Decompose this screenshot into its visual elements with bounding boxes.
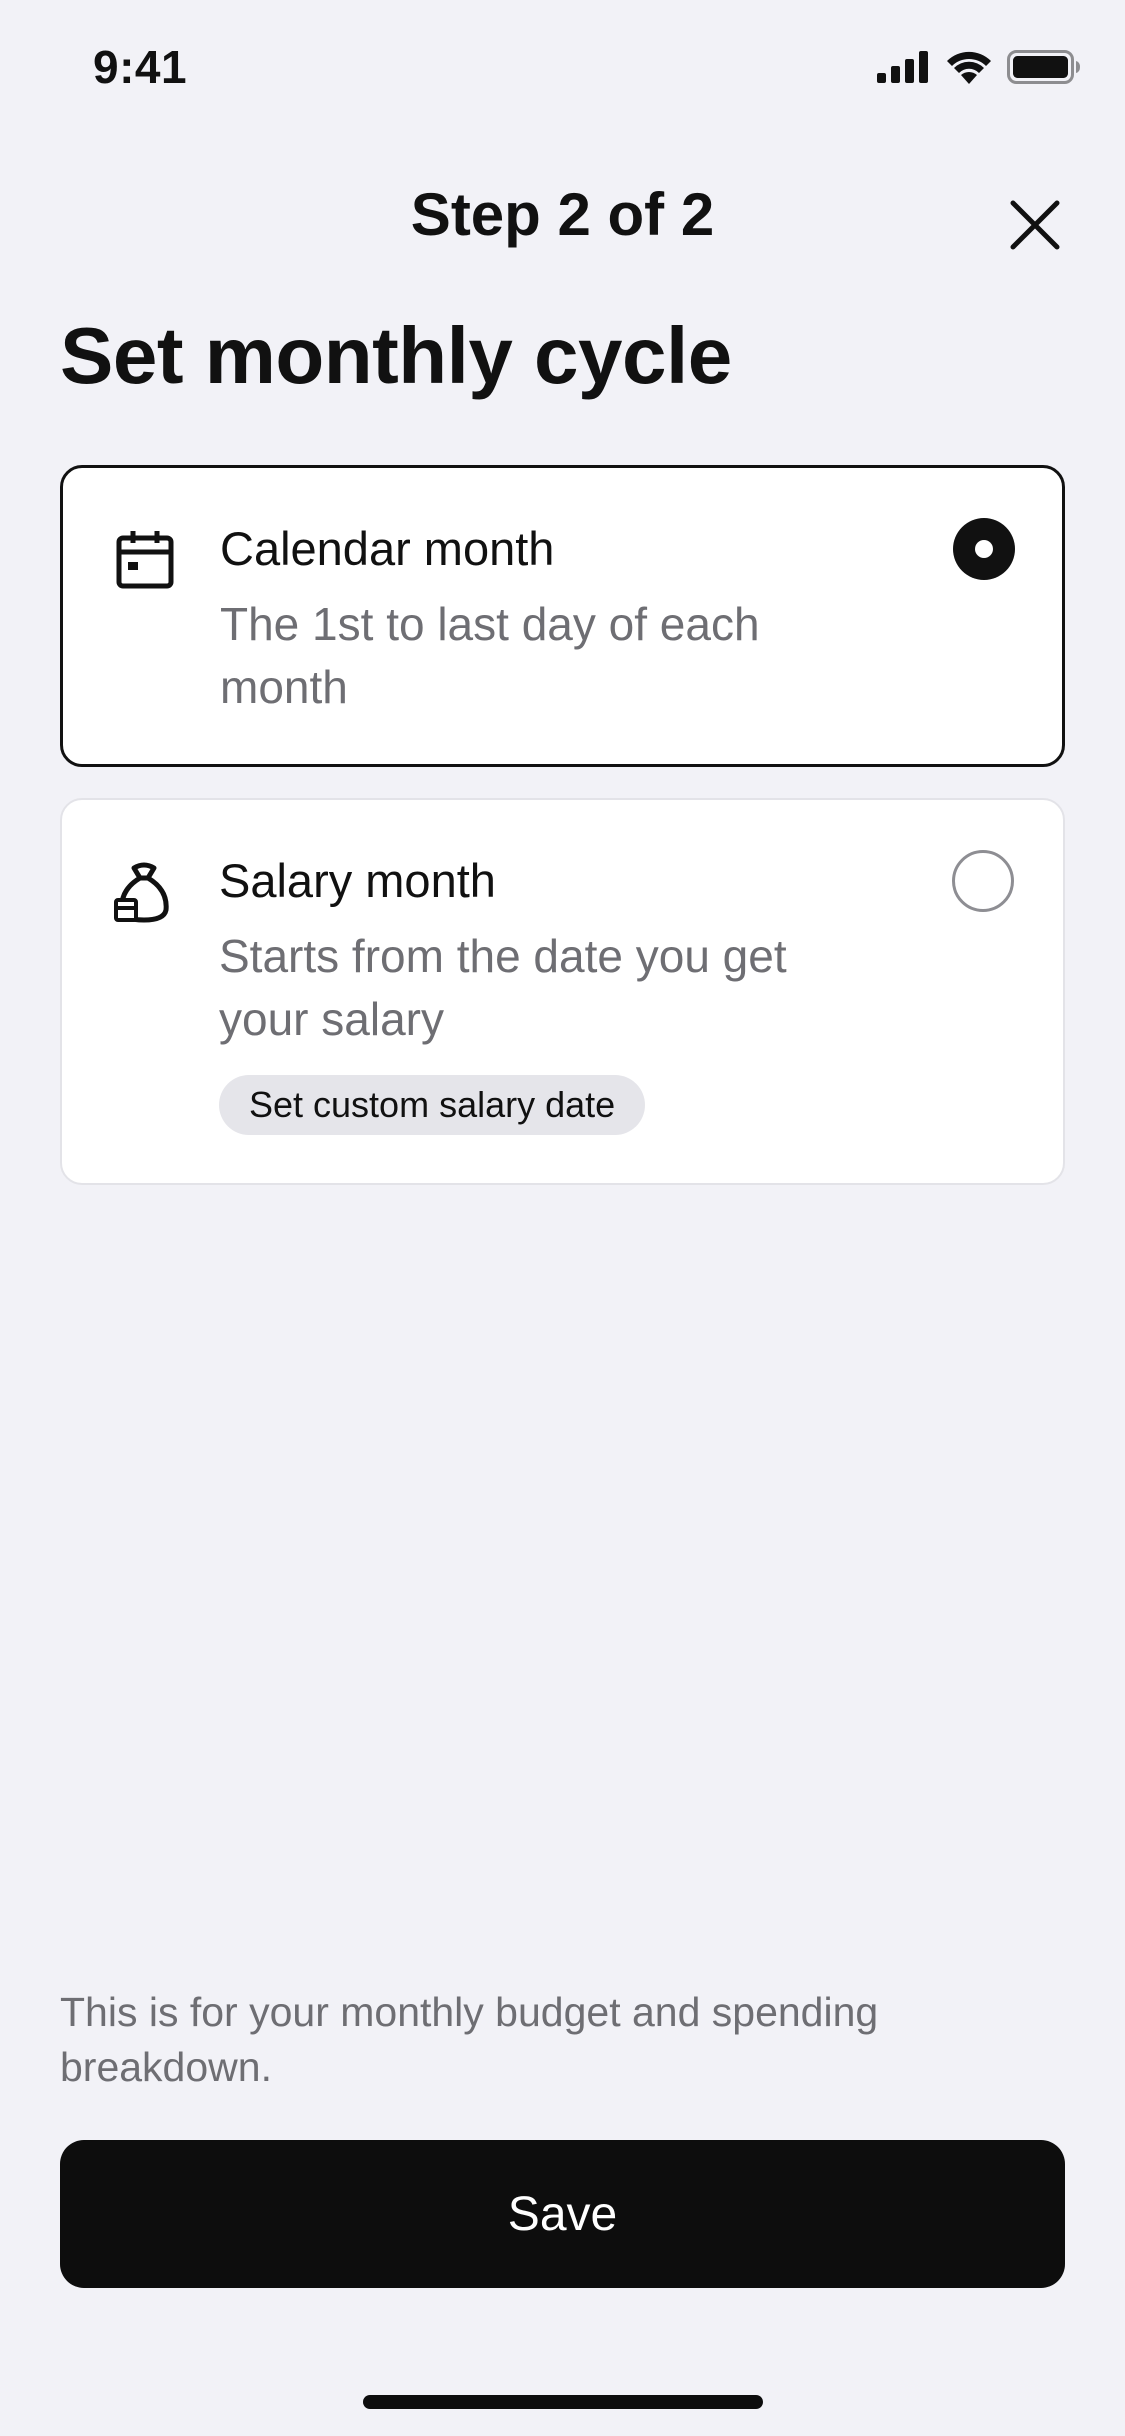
- close-button[interactable]: [1000, 190, 1070, 260]
- set-custom-salary-date-button[interactable]: Set custom salary date: [219, 1075, 646, 1135]
- money-bag-icon: [114, 862, 169, 923]
- status-time: 9:41: [93, 41, 188, 93]
- calendar-icon: [116, 531, 174, 589]
- save-button[interactable]: Save: [60, 2140, 1065, 2288]
- battery-icon: [1007, 50, 1080, 84]
- option-title: Calendar month: [220, 522, 555, 575]
- option-salary-month[interactable]: Salary month Starts from the date you ge…: [60, 798, 1065, 1185]
- home-indicator[interactable]: [363, 2395, 763, 2409]
- option-calendar-month[interactable]: Calendar month The 1st to last day of ea…: [60, 465, 1065, 767]
- radio-selected[interactable]: [953, 518, 1015, 580]
- option-description: The 1st to last day of each month: [220, 598, 760, 713]
- wifi-icon: [947, 51, 991, 84]
- status-icons: [877, 50, 1081, 84]
- footer-note: This is for your monthly budget and spen…: [60, 1989, 879, 2090]
- option-title: Salary month: [219, 854, 496, 907]
- status-bar: 9:41: [0, 0, 1125, 135]
- close-icon: [1010, 200, 1060, 250]
- cellular-signal-icon: [877, 51, 928, 83]
- radio-unselected[interactable]: [952, 850, 1014, 912]
- step-indicator: Step 2 of 2: [410, 181, 715, 248]
- page-title: Set monthly cycle: [60, 311, 732, 400]
- option-description: Starts from the date you get your salary: [219, 930, 787, 1045]
